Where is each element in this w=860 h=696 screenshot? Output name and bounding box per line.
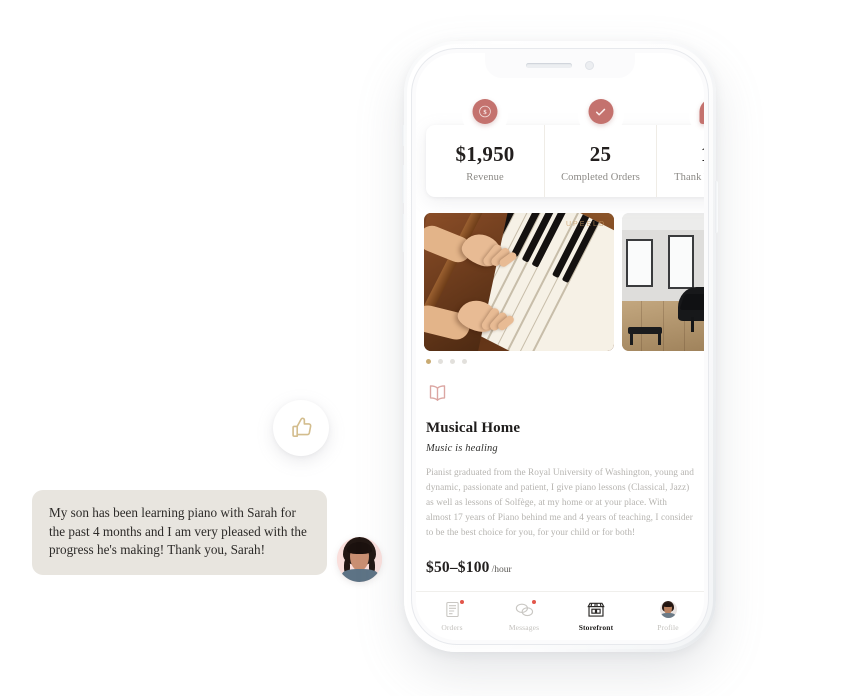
stat-value: $1,950 bbox=[455, 141, 515, 166]
listing-description: Pianist graduated from the Royal Univers… bbox=[426, 468, 694, 539]
stat-label: Completed Orders bbox=[561, 171, 640, 183]
piano-bench-shape bbox=[628, 327, 662, 335]
stat-value: 25 bbox=[589, 141, 612, 166]
listing-price: $50–$100 bbox=[426, 559, 490, 577]
room-photo bbox=[622, 213, 704, 351]
phone-mockup: $ $1,950 Revenue 25 Completed Orders Tha… bbox=[402, 41, 718, 652]
phone-mute-switch[interactable] bbox=[402, 125, 405, 146]
messages-chat-icon bbox=[514, 599, 536, 619]
phone-volume-up-button[interactable] bbox=[402, 165, 405, 203]
stat-thank-you-notes[interactable]: 17 Thank You Notes bbox=[656, 92, 704, 197]
listing-price-unit: /hour bbox=[491, 565, 512, 576]
earpiece-speaker-icon bbox=[526, 63, 572, 68]
tab-label: Storefront bbox=[578, 622, 614, 632]
phone-notch bbox=[485, 53, 635, 78]
avatar-fringe bbox=[346, 542, 373, 555]
listing-title: Musical Home bbox=[426, 420, 521, 436]
piano-brand-text: UPEELD bbox=[565, 221, 606, 228]
tab-label: Messages bbox=[508, 622, 540, 632]
stat-completed-orders[interactable]: 25 Completed Orders bbox=[544, 92, 656, 197]
tab-label: Orders bbox=[441, 622, 463, 632]
tab-storefront[interactable]: Storefront bbox=[560, 592, 632, 640]
tab-orders[interactable]: Orders bbox=[416, 592, 488, 640]
customer-review-text: My son has been learning piano with Sara… bbox=[49, 505, 307, 558]
profile-avatar-icon bbox=[658, 601, 678, 619]
stat-revenue[interactable]: $ $1,950 Revenue bbox=[426, 92, 544, 197]
front-camera-icon bbox=[585, 61, 594, 70]
tab-messages[interactable]: Messages bbox=[488, 592, 560, 640]
listing-details: Musical Home Music is healing Pianist gr… bbox=[426, 383, 694, 577]
carousel-pagination-dots[interactable] bbox=[426, 359, 467, 364]
carousel-dot-4[interactable] bbox=[462, 359, 467, 364]
open-book-icon bbox=[426, 383, 694, 408]
svg-text:$: $ bbox=[483, 109, 487, 116]
thumbs-up-icon bbox=[292, 417, 312, 437]
storefront-shop-icon bbox=[586, 601, 606, 619]
stats-summary-card: $ $1,950 Revenue 25 Completed Orders Tha… bbox=[426, 92, 704, 197]
listing-photo-carousel[interactable]: UPEELD bbox=[424, 213, 704, 351]
phone-power-button[interactable] bbox=[715, 181, 718, 233]
carousel-slide-piano-room[interactable] bbox=[622, 213, 704, 351]
orders-document-icon bbox=[442, 599, 464, 619]
bottom-tab-bar: Orders Messages Storefront Profile bbox=[416, 591, 704, 640]
customer-avatar bbox=[337, 537, 382, 582]
screenshot-canvas: My son has been learning piano with Sara… bbox=[0, 0, 860, 696]
avatar-shoulders bbox=[341, 569, 378, 582]
phone-screen: $ $1,950 Revenue 25 Completed Orders Tha… bbox=[416, 53, 704, 640]
dollar-coin-icon: $ bbox=[472, 99, 498, 124]
piano-photo: UPEELD bbox=[424, 213, 614, 351]
stat-label: Revenue bbox=[466, 171, 504, 183]
tab-label: Profile bbox=[657, 622, 679, 632]
carousel-dot-2[interactable] bbox=[438, 359, 443, 364]
messages-notification-dot bbox=[531, 599, 536, 604]
thumbs-up-reaction-badge[interactable] bbox=[273, 400, 329, 456]
listing-subtitle: Music is healing bbox=[426, 443, 498, 454]
tab-profile[interactable]: Profile bbox=[632, 592, 704, 640]
carousel-dot-1[interactable] bbox=[426, 359, 431, 364]
profile-avatar-image bbox=[659, 601, 677, 618]
customer-review-bubble: My son has been learning piano with Sara… bbox=[32, 490, 327, 576]
stat-value: 17 bbox=[701, 143, 704, 165]
phone-volume-down-button[interactable] bbox=[402, 214, 405, 252]
check-circle-icon bbox=[588, 99, 613, 124]
carousel-slide-piano-hands[interactable]: UPEELD bbox=[424, 213, 614, 351]
stat-label: Thank You Notes bbox=[674, 171, 704, 183]
orders-notification-dot bbox=[459, 599, 464, 604]
listing-price-row: $50–$100 /hour bbox=[426, 559, 694, 577]
carousel-dot-3[interactable] bbox=[450, 359, 455, 364]
